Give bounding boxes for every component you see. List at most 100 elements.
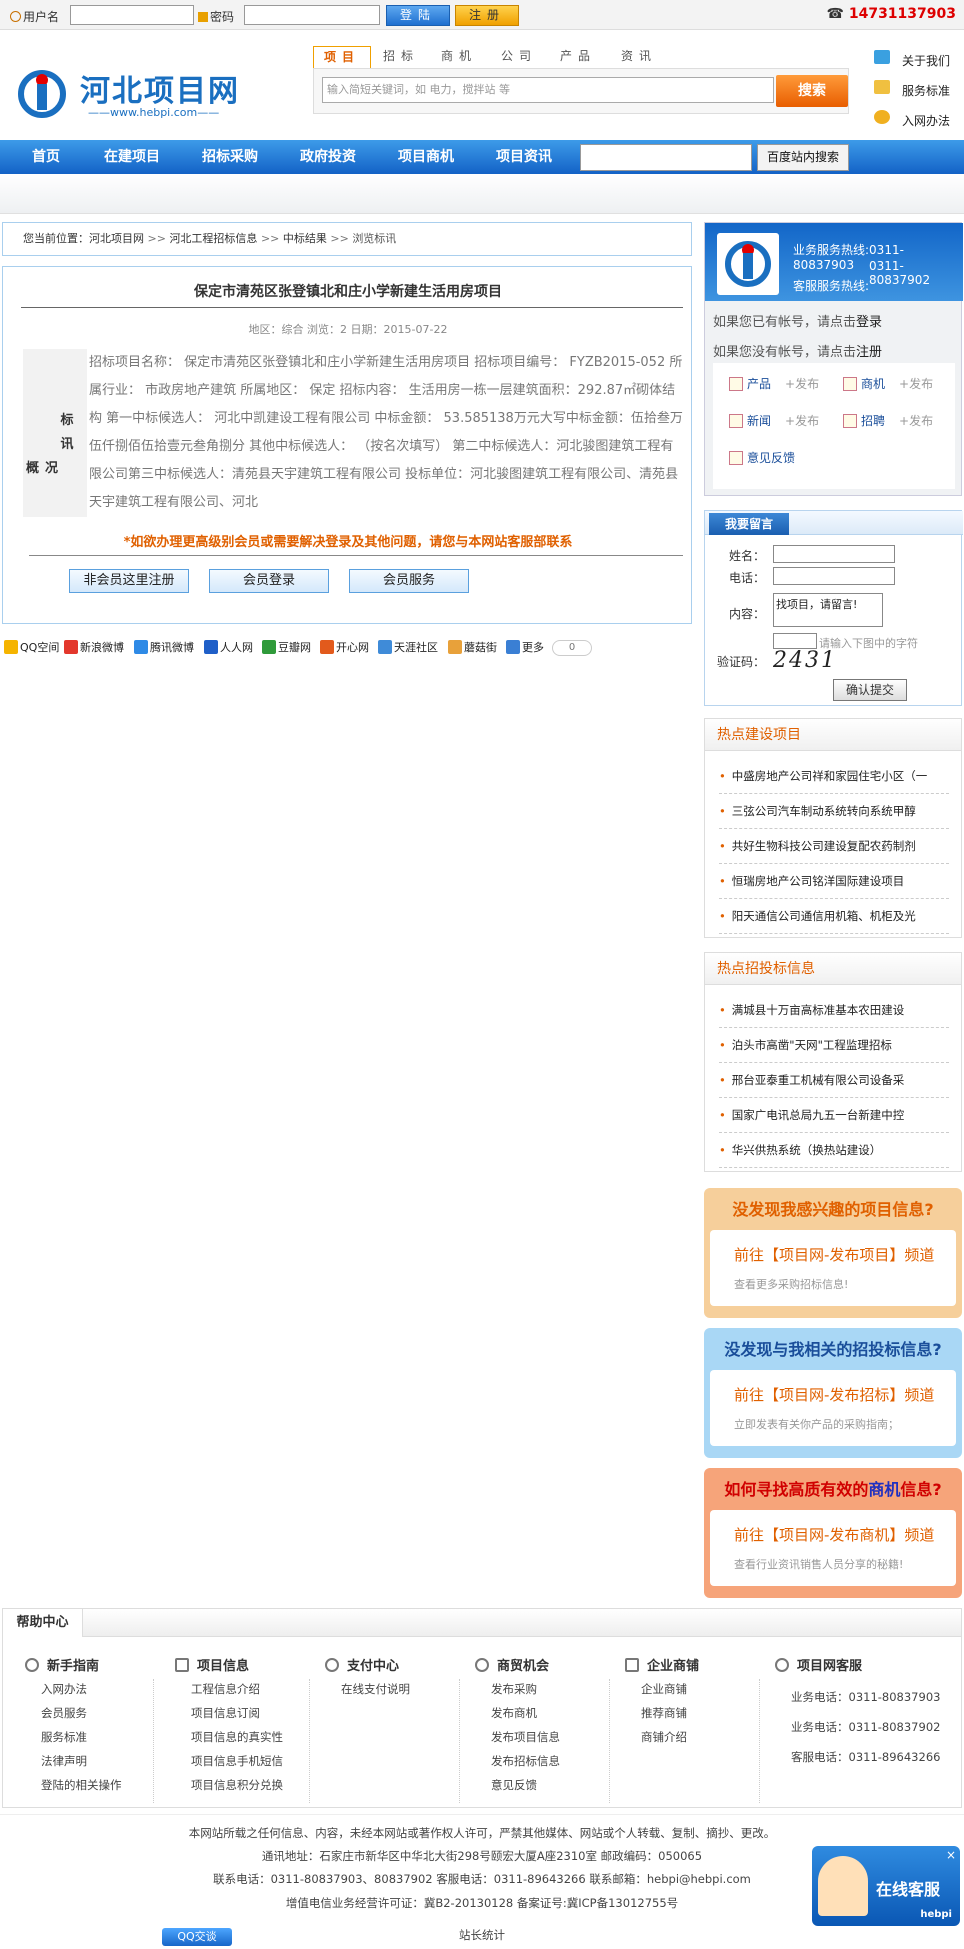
cart-icon [625, 1658, 639, 1672]
edit-icon [874, 80, 890, 94]
share-renren[interactable]: 人人网 [204, 640, 253, 656]
nav-news[interactable]: 项目资讯 [496, 140, 552, 174]
promo-link-business[interactable]: 前往【项目网-发布商机】频道 [734, 1524, 934, 1545]
help-column-payment: 支付中心 在线支付说明 [325, 1655, 475, 1701]
online-service-widget[interactable]: 在线客服 hebpi × [812, 1846, 960, 1926]
help-link[interactable]: 推荐商铺 [625, 1701, 775, 1725]
share-qzone[interactable]: QQ空间 [4, 640, 59, 656]
site-search-button[interactable]: 百度站内搜索 [757, 144, 849, 171]
login-button[interactable]: 登陆 [386, 5, 450, 26]
name-input[interactable] [773, 545, 895, 563]
promo-link-bid[interactable]: 前往【项目网-发布招标】频道 [734, 1384, 934, 1405]
nav-tenders[interactable]: 招标采购 [202, 140, 258, 174]
phone-input[interactable] [773, 567, 895, 585]
submit-message-button[interactable]: 确认提交 [833, 679, 907, 701]
help-link[interactable]: 发布招标信息 [475, 1749, 625, 1773]
publish-grid: 产品 +发布 商机 +发布 新闻 +发布 招聘 +发布 意见反馈 [713, 363, 955, 489]
breadcrumb-prefix: 您当前位置： [23, 232, 89, 245]
list-item[interactable]: 中盛房地产公司祥和家园住宅小区（一 [719, 759, 949, 794]
help-link[interactable]: 意见反馈 [475, 1773, 625, 1797]
breadcrumb-item-result[interactable]: 中标结果 [283, 232, 327, 245]
help-link[interactable]: 在线支付说明 [325, 1677, 475, 1701]
content-textarea[interactable]: 找项目，请留言! [773, 593, 883, 627]
share-tianya[interactable]: 天涯社区 [378, 640, 438, 656]
nav-business[interactable]: 项目商机 [398, 140, 454, 174]
nav-projects[interactable]: 在建项目 [104, 140, 160, 174]
search-tab-project[interactable]: 项目 [313, 46, 372, 68]
help-link[interactable]: 发布项目信息 [475, 1725, 625, 1749]
share-mogujie[interactable]: 蘑菇街 [448, 640, 497, 656]
feedback-link[interactable]: 意见反馈 [729, 449, 795, 466]
captcha-input[interactable] [773, 633, 817, 649]
promo-link-project[interactable]: 前往【项目网-发布项目】频道 [734, 1244, 934, 1265]
help-link[interactable]: 项目信息手机短信 [175, 1749, 325, 1773]
logo-text[interactable]: 河北项目网 [80, 66, 240, 110]
password-input[interactable] [244, 5, 380, 25]
search-input[interactable]: 输入简短关键词，如 电力，搅拌站 等 [322, 77, 774, 103]
member-login-link[interactable]: 登录 [856, 315, 882, 330]
help-link[interactable]: 商铺介绍 [625, 1725, 775, 1749]
footer-stats-link[interactable]: 站长统计 [0, 1927, 964, 1943]
qq-chat-button[interactable]: QQ交谈 [162, 1928, 232, 1946]
content-label: 内容： [728, 607, 765, 621]
list-item[interactable]: 满城县十万亩高标准基本农田建设 [719, 993, 949, 1028]
search-tab-product[interactable]: 产品 [560, 46, 596, 68]
captcha-image[interactable]: 2431 [773, 648, 841, 673]
list-item[interactable]: 泊头市高凿"天网"工程监理招标 [719, 1028, 949, 1063]
user-icon [10, 11, 21, 22]
list-item[interactable]: 恒瑞房地产公司铭洋国际建设项目 [719, 864, 949, 899]
member-service-button[interactable]: 会员服务 [349, 569, 469, 593]
help-link[interactable]: 发布采购 [475, 1677, 625, 1701]
search-tab-bid[interactable]: 招标 [383, 46, 419, 68]
help-contact: 业务电话：0311-80837903 [791, 1690, 941, 1704]
list-item[interactable]: 三弦公司汽车制动系统转向系统甲醇 [719, 794, 949, 829]
publish-news[interactable]: 新闻 +发布 [729, 412, 819, 429]
username-label: 用户名 [10, 8, 59, 25]
help-link[interactable]: 发布商机 [475, 1701, 625, 1725]
breadcrumb-sep: >> [330, 232, 349, 245]
article-notice: *如欲办理更高级别会员或需要解决登录及其他问题，请您与本网站客服部联系 [123, 535, 573, 550]
help-link[interactable]: 项目信息的真实性 [175, 1725, 325, 1749]
hot-projects-title: 热点建设项目 [705, 719, 961, 751]
nav-home[interactable]: 首页 [32, 140, 60, 174]
kaixin-icon [320, 640, 334, 654]
nav-gov-invest[interactable]: 政府投资 [300, 140, 356, 174]
hot-bids-panel: 热点招投标信息 满城县十万亩高标准基本农田建设 泊头市高凿"天网"工程监理招标 … [704, 952, 962, 1172]
search-button[interactable]: 搜索 [776, 75, 848, 107]
join-method-link[interactable]: 入网办法 [902, 112, 950, 129]
help-link[interactable]: 企业商铺 [625, 1677, 775, 1701]
close-icon[interactable]: × [946, 1848, 956, 1862]
list-item[interactable]: 华兴供热系统（换热站建设） [719, 1133, 949, 1168]
username-input[interactable] [70, 5, 194, 25]
share-douban[interactable]: 豆瓣网 [262, 640, 311, 656]
breadcrumb-item-home[interactable]: 河北项目网 [89, 232, 144, 245]
search-tab-company[interactable]: 公司 [501, 46, 537, 68]
share-weibo[interactable]: 新浪微博 [64, 640, 124, 656]
breadcrumb-item-bid[interactable]: 河北工程招标信息 [169, 232, 257, 245]
about-link[interactable]: 关于我们 [902, 52, 950, 69]
help-link[interactable]: 工程信息介绍 [175, 1677, 325, 1701]
logo-icon[interactable] [18, 70, 66, 118]
breadcrumb-sep: >> [260, 232, 280, 245]
register-nonmember-button[interactable]: 非会员这里注册 [69, 569, 189, 593]
search-tab-business[interactable]: 商机 [441, 46, 477, 68]
help-link[interactable]: 项目信息订阅 [175, 1701, 325, 1725]
search-tab-news[interactable]: 资讯 [621, 46, 657, 68]
list-item[interactable]: 阳天通信公司通信用机箱、机柜及光 [719, 899, 949, 934]
member-login-button[interactable]: 会员登录 [209, 569, 329, 593]
help-link[interactable]: 项目信息积分兑换 [175, 1773, 325, 1797]
publish-business[interactable]: 商机 +发布 [843, 375, 933, 392]
member-register-link[interactable]: 注册 [856, 345, 882, 360]
share-kaixin[interactable]: 开心网 [320, 640, 369, 656]
list-item[interactable]: 国家广电讯总局九五一台新建中控 [719, 1098, 949, 1133]
heart-icon [475, 1658, 489, 1672]
publish-product[interactable]: 产品 +发布 [729, 375, 819, 392]
share-more[interactable]: 更多 [506, 640, 544, 656]
site-search-input[interactable] [580, 144, 752, 171]
publish-job[interactable]: 招聘 +发布 [843, 412, 933, 429]
service-standard-link[interactable]: 服务标准 [902, 82, 950, 99]
list-item[interactable]: 邢台亚泰重工机械有限公司设备采 [719, 1063, 949, 1098]
share-tqq[interactable]: 腾讯微博 [134, 640, 194, 656]
list-item[interactable]: 共好生物科技公司建设复配农药制剂 [719, 829, 949, 864]
register-button[interactable]: 注册 [455, 5, 519, 26]
